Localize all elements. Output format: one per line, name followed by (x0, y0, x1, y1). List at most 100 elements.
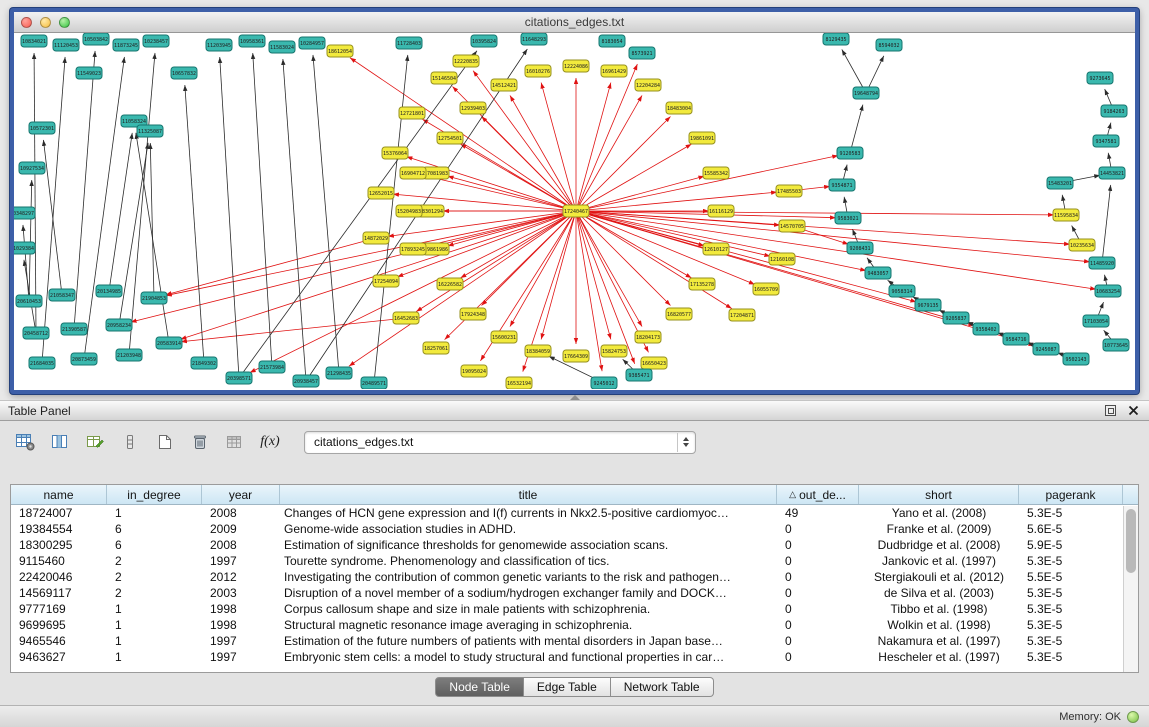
table-cell[interactable]: 2008 (202, 506, 280, 520)
table-cell[interactable]: Structural magnetic resonance image aver… (280, 618, 777, 632)
table-scrollbar[interactable] (1123, 506, 1138, 673)
graph-node[interactable]: 10503842 (83, 33, 109, 45)
graph-node[interactable]: 18384059 (525, 345, 551, 357)
graph-node[interactable]: 9583021 (835, 212, 861, 224)
column-header-pagerank[interactable]: pagerank (1019, 485, 1123, 504)
table-cell[interactable]: 9777169 (11, 602, 107, 616)
graph-edge[interactable] (576, 192, 777, 211)
graph-node[interactable]: 16532194 (506, 377, 532, 389)
graph-node[interactable]: 12610127 (703, 243, 729, 255)
graph-node[interactable]: 11728403 (396, 37, 422, 49)
scrollbar-thumb[interactable] (1126, 509, 1136, 573)
graph-node[interactable]: 8183054 (599, 35, 625, 47)
graph-node[interactable]: 20873459 (71, 353, 97, 365)
graph-node[interactable]: 18483004 (666, 102, 692, 114)
graph-edge[interactable] (576, 155, 838, 211)
graph-node[interactable]: 18612054 (327, 45, 353, 57)
table-cell[interactable]: 2 (107, 570, 202, 584)
graph-edge[interactable] (850, 105, 863, 153)
table-row[interactable]: 1872400712008Changes of HCN gene express… (11, 505, 1138, 521)
graph-node[interactable]: 17893245 (400, 243, 426, 255)
graph-node[interactable]: 16650423 (641, 357, 667, 369)
table-cell[interactable]: 6 (107, 522, 202, 536)
graph-node[interactable]: 9245012 (591, 377, 617, 389)
table-cell[interactable]: 1 (107, 618, 202, 632)
graph-node[interactable]: 10395824 (471, 35, 497, 47)
graph-node[interactable]: 9358402 (973, 323, 999, 335)
graph-node[interactable]: 9058314 (889, 285, 915, 297)
table-cell[interactable]: 18724007 (11, 506, 107, 520)
graph-node[interactable]: 9120583 (837, 147, 863, 159)
table-cell[interactable]: 2008 (202, 538, 280, 552)
graph-edge[interactable] (448, 176, 576, 211)
graph-node[interactable]: 12652015 (368, 187, 394, 199)
table-row[interactable]: 1938455462009Genome-wide association stu… (11, 521, 1138, 537)
function-builder-button[interactable]: f(x) (257, 430, 283, 454)
table-cell[interactable]: Estimation of the future numbers of pati… (280, 634, 777, 648)
graph-node[interactable]: 11120453 (53, 39, 79, 51)
graph-edge[interactable] (576, 211, 732, 309)
graph-node[interactable]: 20489571 (361, 377, 387, 389)
table-cell[interactable]: 5.6E-5 (1019, 522, 1123, 536)
table-row[interactable]: 911546021997Tourette syndrome. Phenomeno… (11, 553, 1138, 569)
table-cell[interactable]: 5.3E-5 (1019, 602, 1123, 616)
column-header-short[interactable]: short (859, 485, 1019, 504)
table-cell[interactable]: 1997 (202, 634, 280, 648)
graph-node[interactable]: 19095024 (461, 365, 487, 377)
graph-edge[interactable] (1102, 185, 1111, 263)
graph-edge[interactable] (576, 95, 642, 211)
graph-edge[interactable] (84, 57, 124, 359)
graph-node[interactable]: 21203948 (116, 349, 142, 361)
show-columns-button[interactable] (47, 430, 73, 454)
table-cell[interactable]: Nakamura et al. (1997) (859, 634, 1019, 648)
table-cell[interactable]: 2009 (202, 522, 280, 536)
graph-edge[interactable] (43, 140, 62, 295)
table-row[interactable]: 2242004622012Investigating the contribut… (11, 569, 1138, 585)
graph-node[interactable]: 16010276 (525, 65, 551, 77)
table-cell[interactable]: Disruption of a novel member of a sodium… (280, 586, 777, 600)
graph-node[interactable]: 10683254 (1095, 285, 1121, 297)
graph-node[interactable]: 10773645 (1103, 339, 1129, 351)
graph-node[interactable]: 9584716 (1003, 333, 1029, 345)
graph-node[interactable]: 10657832 (171, 67, 197, 79)
table-cell[interactable]: 1997 (202, 650, 280, 664)
graph-node[interactable]: 9347581 (1093, 135, 1119, 147)
graph-node[interactable]: 18257061 (423, 342, 449, 354)
graph-edge[interactable] (541, 211, 576, 339)
graph-edge[interactable] (576, 211, 1034, 346)
table-cell[interactable]: 0 (777, 570, 859, 584)
graph-node[interactable]: 14512421 (491, 79, 517, 91)
graph-node[interactable]: 12721801 (399, 107, 425, 119)
tab-edge-table[interactable]: Edge Table (524, 677, 611, 697)
graph-node[interactable]: 12754501 (437, 132, 463, 144)
graph-node[interactable]: 10348297 (14, 207, 35, 219)
graph-node[interactable]: 10235634 (1069, 239, 1095, 251)
graph-node[interactable]: 16904712 (400, 167, 426, 179)
graph-node[interactable]: 17924348 (460, 308, 486, 320)
table-row[interactable]: 1456911722003Disruption of a novel membe… (11, 585, 1138, 601)
graph-edge[interactable] (842, 49, 866, 93)
graph-edge[interactable] (576, 83, 611, 211)
table-cell[interactable]: 5.9E-5 (1019, 538, 1123, 552)
graph-node[interactable]: 17135278 (689, 278, 715, 290)
graph-node[interactable]: 11029384 (14, 242, 35, 254)
graph-node[interactable]: 17485503 (776, 185, 802, 197)
graph-node[interactable]: 15376064 (382, 147, 408, 159)
graph-node[interactable]: 9245087 (1033, 343, 1059, 355)
graph-node[interactable]: 9184263 (1101, 105, 1127, 117)
table-cell[interactable]: 0 (777, 602, 859, 616)
graph-node[interactable]: 9205837 (943, 312, 969, 324)
graph-node[interactable]: 15824753 (601, 345, 627, 357)
graph-edge[interactable] (150, 143, 154, 298)
graph-node[interactable]: 12224086 (563, 60, 589, 72)
graph-node[interactable]: 8129435 (823, 33, 849, 45)
graph-node[interactable]: 10238457 (143, 35, 169, 47)
table-cell[interactable]: 0 (777, 634, 859, 648)
table-cell[interactable]: 2012 (202, 570, 280, 584)
graph-node[interactable]: 15146504 (431, 72, 457, 84)
table-cell[interactable]: 5.3E-5 (1019, 634, 1123, 648)
table-cell[interactable]: 1998 (202, 618, 280, 632)
graph-edge[interactable] (283, 59, 306, 381)
table-cell[interactable]: 19384554 (11, 522, 107, 536)
graph-edge[interactable] (74, 51, 95, 329)
